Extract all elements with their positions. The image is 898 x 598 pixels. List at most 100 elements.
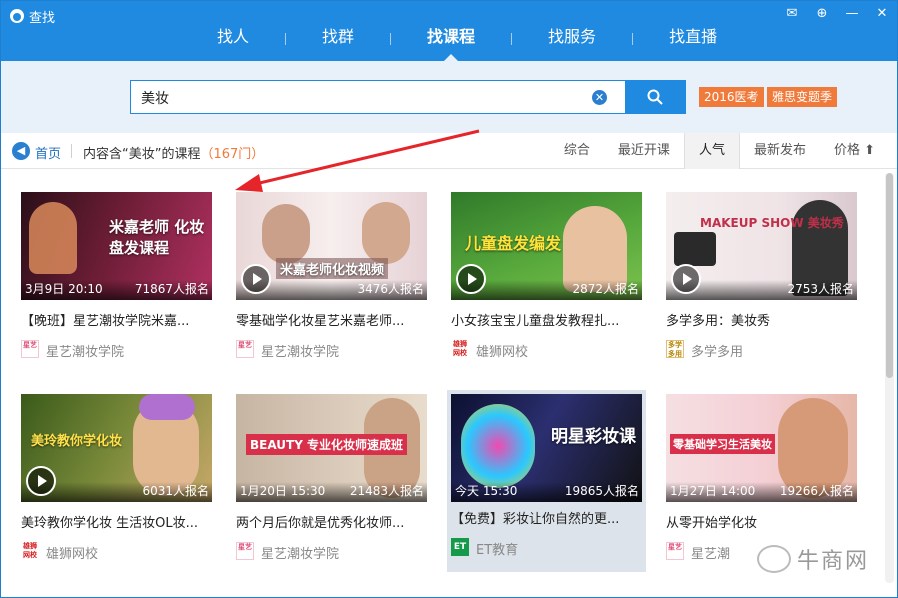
flower-figure: [139, 394, 195, 420]
tab-find-people[interactable]: 找人: [181, 23, 285, 55]
thumbnail-caption: 米嘉老师 化妆盘发课程: [109, 218, 205, 257]
course-grid: 米嘉老师 化妆盘发课程 3月9日 20:10 71867人报名 【晚班】星艺潮妆…: [1, 170, 897, 597]
provider-logo-icon: 星艺: [21, 340, 39, 358]
window-controls: ✉ ⊕ — ✕: [783, 5, 891, 23]
sort-tabs: 综合 最近开课 人气 最新发布 价格 ⬆: [550, 133, 889, 169]
window-title: 查找: [29, 11, 56, 26]
course-thumbnail: 零基础学习生活美妆 1月27日 14:00 19266人报名: [666, 394, 857, 502]
course-date: 今天 15:30: [455, 484, 518, 498]
search-icon: [647, 89, 663, 105]
thumbnail-caption: 明星彩妆课: [551, 427, 636, 447]
course-date: 3月9日 20:10: [25, 282, 103, 296]
provider-logo-icon: ET: [451, 538, 469, 556]
play-icon[interactable]: [26, 466, 56, 496]
course-title[interactable]: 美玲教你学化妆 生活妆OL妆...: [21, 512, 212, 531]
thumbnail-caption: 美玲教你学化妆: [31, 434, 123, 449]
provider-name: 多学多用: [691, 345, 744, 360]
sort-recent-start[interactable]: 最近开课: [604, 133, 684, 169]
enroll-count: 19266人报名: [779, 484, 854, 498]
course-title[interactable]: 【免费】彩妆让你自然的更...: [451, 508, 642, 527]
course-search-window: 查找 ✉ ⊕ — ✕ 找人 找群 找课程 找服务 找直播 ✕: [0, 0, 898, 598]
main-nav: 找人 找群 找课程 找服务 找直播: [181, 23, 753, 61]
vertical-scrollbar[interactable]: [885, 173, 894, 583]
search-input[interactable]: [141, 88, 571, 108]
provider-name: 星艺潮妆学院: [46, 345, 125, 360]
play-icon[interactable]: [671, 264, 701, 294]
course-date: 1月27日 14:00: [670, 484, 756, 498]
enroll-count: 71867人报名: [134, 282, 209, 296]
enroll-count: 2753人报名: [787, 282, 854, 296]
course-title[interactable]: 两个月后你就是优秀化妆师...: [236, 512, 427, 531]
watermark-text: 牛商网: [796, 549, 869, 574]
portrait-figure: [262, 204, 310, 264]
course-card[interactable]: 儿童盘发编发 2872人报名 小女孩宝宝儿童盘发教程扎... 雄狮网校 雄狮网校: [451, 192, 642, 372]
enroll-count: 3476人报名: [357, 282, 424, 296]
title-bar: 查找 ✉ ⊕ — ✕ 找人 找群 找课程 找服务 找直播: [1, 1, 897, 61]
provider-logo-icon: 星艺: [666, 542, 684, 560]
course-card[interactable]: MAKEUP SHOW 美妆秀 2753人报名 多学多用：美妆秀 多学多用 多学…: [666, 192, 857, 372]
course-card[interactable]: 美玲教你学化妆 6031人报名 美玲教你学化妆 生活妆OL妆... 雄狮网校 雄…: [21, 394, 212, 574]
provider-logo-icon: 雄狮网校: [21, 542, 39, 560]
course-card-hovered[interactable]: 明星彩妆课 今天 15:30 19865人报名 【免费】彩妆让你自然的更... …: [447, 390, 646, 572]
course-date: 1月20日 15:30: [240, 484, 326, 498]
play-icon[interactable]: [456, 264, 486, 294]
watermark: 牛商网: [756, 543, 869, 575]
provider-logo-icon: 雄狮网校: [451, 340, 469, 358]
annotation-arrow-icon: [235, 129, 480, 192]
palette-figure: [674, 232, 716, 266]
play-icon[interactable]: [241, 264, 271, 294]
feedback-icon[interactable]: ✉: [783, 5, 801, 23]
enroll-count: 21483人报名: [349, 484, 424, 498]
course-title[interactable]: 多学多用：美妆秀: [666, 310, 857, 329]
enroll-count: 6031人报名: [142, 484, 209, 498]
skin-icon[interactable]: ⊕: [813, 5, 831, 23]
course-thumbnail: 米嘉老师 化妆盘发课程 3月9日 20:10 71867人报名: [21, 192, 212, 300]
course-card[interactable]: 米嘉老师化妆视频 3476人报名 零基础学化妆星艺米嘉老师... 星艺 星艺潮妆…: [236, 192, 427, 372]
portrait-figure: [461, 404, 535, 488]
search-box: ✕: [130, 80, 626, 114]
result-prefix: 内容含“美妆”的课程: [83, 147, 201, 162]
thumbnail-caption: 儿童盘发编发: [465, 234, 562, 253]
minimize-icon[interactable]: —: [843, 5, 861, 23]
course-thumbnail: 明星彩妆课 今天 15:30 19865人报名: [451, 394, 642, 502]
search-button[interactable]: [625, 80, 686, 114]
provider-logo-icon: 多学多用: [666, 340, 684, 358]
qq-logo-icon: [10, 9, 24, 23]
provider-name: 雄狮网校: [46, 547, 99, 562]
tab-find-services[interactable]: 找服务: [512, 23, 632, 55]
wechat-icon: [756, 545, 791, 573]
enroll-count: 19865人报名: [564, 484, 639, 498]
portrait-figure: [362, 202, 410, 264]
clear-icon[interactable]: ✕: [592, 90, 607, 105]
tab-find-courses[interactable]: 找课程: [391, 23, 511, 61]
thumbnail-caption: 米嘉老师化妆视频: [276, 258, 389, 279]
sort-popularity[interactable]: 人气: [683, 133, 740, 169]
thumbnail-caption: 零基础学习生活美妆: [670, 434, 775, 454]
course-card[interactable]: 米嘉老师 化妆盘发课程 3月9日 20:10 71867人报名 【晚班】星艺潮妆…: [21, 192, 212, 372]
course-title[interactable]: 小女孩宝宝儿童盘发教程扎...: [451, 310, 642, 329]
sort-comprehensive[interactable]: 综合: [550, 133, 604, 169]
sort-newest[interactable]: 最新发布: [740, 133, 820, 169]
sort-price[interactable]: 价格 ⬆: [820, 133, 889, 169]
portrait-figure: [29, 202, 77, 274]
provider-name: ET教育: [476, 543, 519, 558]
course-thumbnail: 儿童盘发编发 2872人报名: [451, 192, 642, 300]
course-title[interactable]: 【晚班】星艺潮妆学院米嘉...: [21, 310, 212, 329]
course-thumbnail: BEAUTY 专业化妆师速成班 1月20日 15:30 21483人报名: [236, 394, 427, 502]
course-title[interactable]: 零基础学化妆星艺米嘉老师...: [236, 310, 427, 329]
course-card[interactable]: BEAUTY 专业化妆师速成班 1月20日 15:30 21483人报名 两个月…: [236, 394, 427, 574]
provider-name: 星艺潮妆学院: [261, 547, 340, 562]
course-thumbnail: 米嘉老师化妆视频 3476人报名: [236, 192, 427, 300]
tab-find-groups[interactable]: 找群: [286, 23, 390, 55]
tab-find-live[interactable]: 找直播: [633, 23, 753, 55]
home-link[interactable]: 首页: [35, 143, 61, 162]
thumbnail-caption: MAKEUP SHOW 美妆秀: [700, 216, 844, 230]
hot-tag-medical-exam[interactable]: 2016医考: [699, 87, 764, 107]
hot-tag-ielts[interactable]: 雅思变题季: [767, 87, 838, 107]
close-icon[interactable]: ✕: [873, 5, 891, 23]
provider-logo-icon: 星艺: [236, 542, 254, 560]
course-title[interactable]: 从零开始学化妆: [666, 512, 857, 531]
scrollbar-thumb[interactable]: [886, 173, 893, 378]
provider-logo-icon: 星艺: [236, 340, 254, 358]
back-arrow-icon[interactable]: ◀: [12, 142, 30, 160]
